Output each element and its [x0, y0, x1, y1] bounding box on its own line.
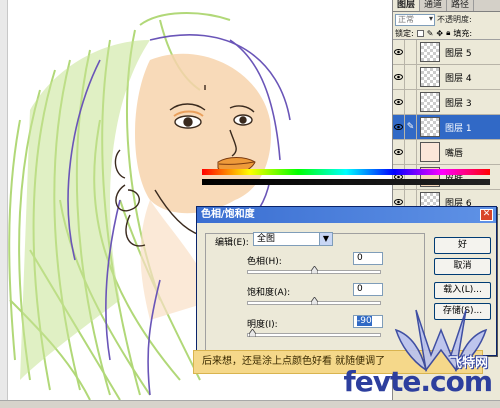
- layer-name: 图层 1: [445, 123, 472, 134]
- layer-name: 皮肤: [445, 173, 464, 184]
- layer-name: 图层 5: [445, 48, 472, 59]
- link-cell[interactable]: [405, 164, 417, 190]
- link-cell[interactable]: [405, 89, 417, 115]
- eye-icon[interactable]: [393, 64, 405, 90]
- hue-value: 0: [357, 253, 363, 263]
- saturation-slider-thumb[interactable]: [311, 297, 318, 305]
- dialog-title: 色相/饱和度: [201, 209, 255, 220]
- layer-row-5[interactable]: 图层 5: [393, 39, 500, 65]
- layer-thumbnail: [420, 42, 440, 62]
- layer-row-3[interactable]: 图层 3: [393, 89, 500, 115]
- layer-thumbnail: [420, 142, 440, 162]
- blend-row: 正常 不透明度:: [393, 12, 500, 27]
- hue-slider-thumb[interactable]: [311, 266, 318, 274]
- tab-layers[interactable]: 图层: [393, 0, 421, 11]
- hue-input[interactable]: 0: [353, 252, 383, 265]
- eye-icon[interactable]: [393, 89, 405, 115]
- layer-thumbnail: [420, 117, 440, 137]
- lock-label: 锁定:: [395, 28, 414, 38]
- layer-row-4[interactable]: 图层 4: [393, 64, 500, 90]
- cancel-button[interactable]: 取消: [434, 258, 491, 275]
- lock-transparency-icon[interactable]: [416, 29, 424, 37]
- hue-label: 色相(H):: [247, 257, 282, 267]
- layer-name: 图层 4: [445, 73, 472, 84]
- saturation-value: 0: [357, 284, 363, 294]
- lightness-value: -90: [357, 316, 372, 326]
- lightness-input[interactable]: -90: [353, 315, 383, 328]
- load-button[interactable]: 载入(L)...: [434, 282, 491, 299]
- layer-thumbnail: [420, 167, 440, 187]
- tab-channels[interactable]: 通道: [420, 0, 448, 11]
- chevron-down-icon[interactable]: ▼: [319, 233, 332, 245]
- eye-icon[interactable]: [393, 39, 405, 65]
- layer-list: 图层 5 图层 4 图层 3 ✎ 图层 1 嘴唇 皮肤 图层 6: [393, 39, 500, 215]
- edit-label: 编辑(E):: [215, 238, 249, 248]
- fill-label: 填充:: [453, 28, 473, 38]
- watermark-url: fevte.com: [343, 365, 493, 398]
- link-cell[interactable]: [405, 39, 417, 65]
- link-cell[interactable]: [405, 64, 417, 90]
- eye-icon[interactable]: [393, 114, 405, 140]
- edit-select-value: 全图: [257, 234, 276, 244]
- site-watermark: 飞特网 fevte.com: [344, 300, 496, 400]
- ruler-left: [0, 0, 8, 400]
- lightness-slider[interactable]: [247, 333, 381, 337]
- opacity-label: 不透明度:: [437, 15, 472, 24]
- lock-row: 锁定: ✎ ✥ 🔒︎ 填充:: [393, 27, 500, 40]
- link-cell[interactable]: [405, 139, 417, 165]
- layer-name: 图层 3: [445, 98, 472, 109]
- eye-icon[interactable]: [393, 164, 405, 190]
- layer-thumbnail: [420, 92, 440, 112]
- layer-row-skin[interactable]: 皮肤: [393, 164, 500, 190]
- ok-button[interactable]: 好: [434, 237, 491, 254]
- close-icon[interactable]: ✕: [480, 209, 493, 221]
- blend-mode-select[interactable]: 正常: [395, 13, 435, 26]
- lock-brush-icon[interactable]: ✎: [427, 29, 434, 38]
- lightness-slider-thumb[interactable]: [249, 329, 256, 337]
- lock-all-icon[interactable]: 🔒︎: [446, 28, 450, 38]
- layer-name: 嘴唇: [445, 148, 464, 159]
- eye-icon[interactable]: [393, 139, 405, 165]
- tab-paths[interactable]: 路径: [447, 0, 475, 11]
- saturation-input[interactable]: 0: [353, 283, 383, 296]
- brush-icon[interactable]: ✎: [405, 114, 417, 140]
- status-bar: [0, 400, 500, 408]
- layer-row-1[interactable]: ✎ 图层 1: [393, 114, 500, 140]
- palette-tabs: 图层 通道 路径: [393, 0, 500, 12]
- layer-thumbnail: [420, 67, 440, 87]
- layer-row-lips[interactable]: 嘴唇: [393, 139, 500, 165]
- edit-select[interactable]: 全图 ▼: [253, 232, 333, 246]
- dialog-titlebar[interactable]: 色相/饱和度 ✕: [197, 207, 496, 223]
- lock-move-icon[interactable]: ✥: [436, 29, 443, 38]
- saturation-label: 饱和度(A):: [247, 288, 291, 298]
